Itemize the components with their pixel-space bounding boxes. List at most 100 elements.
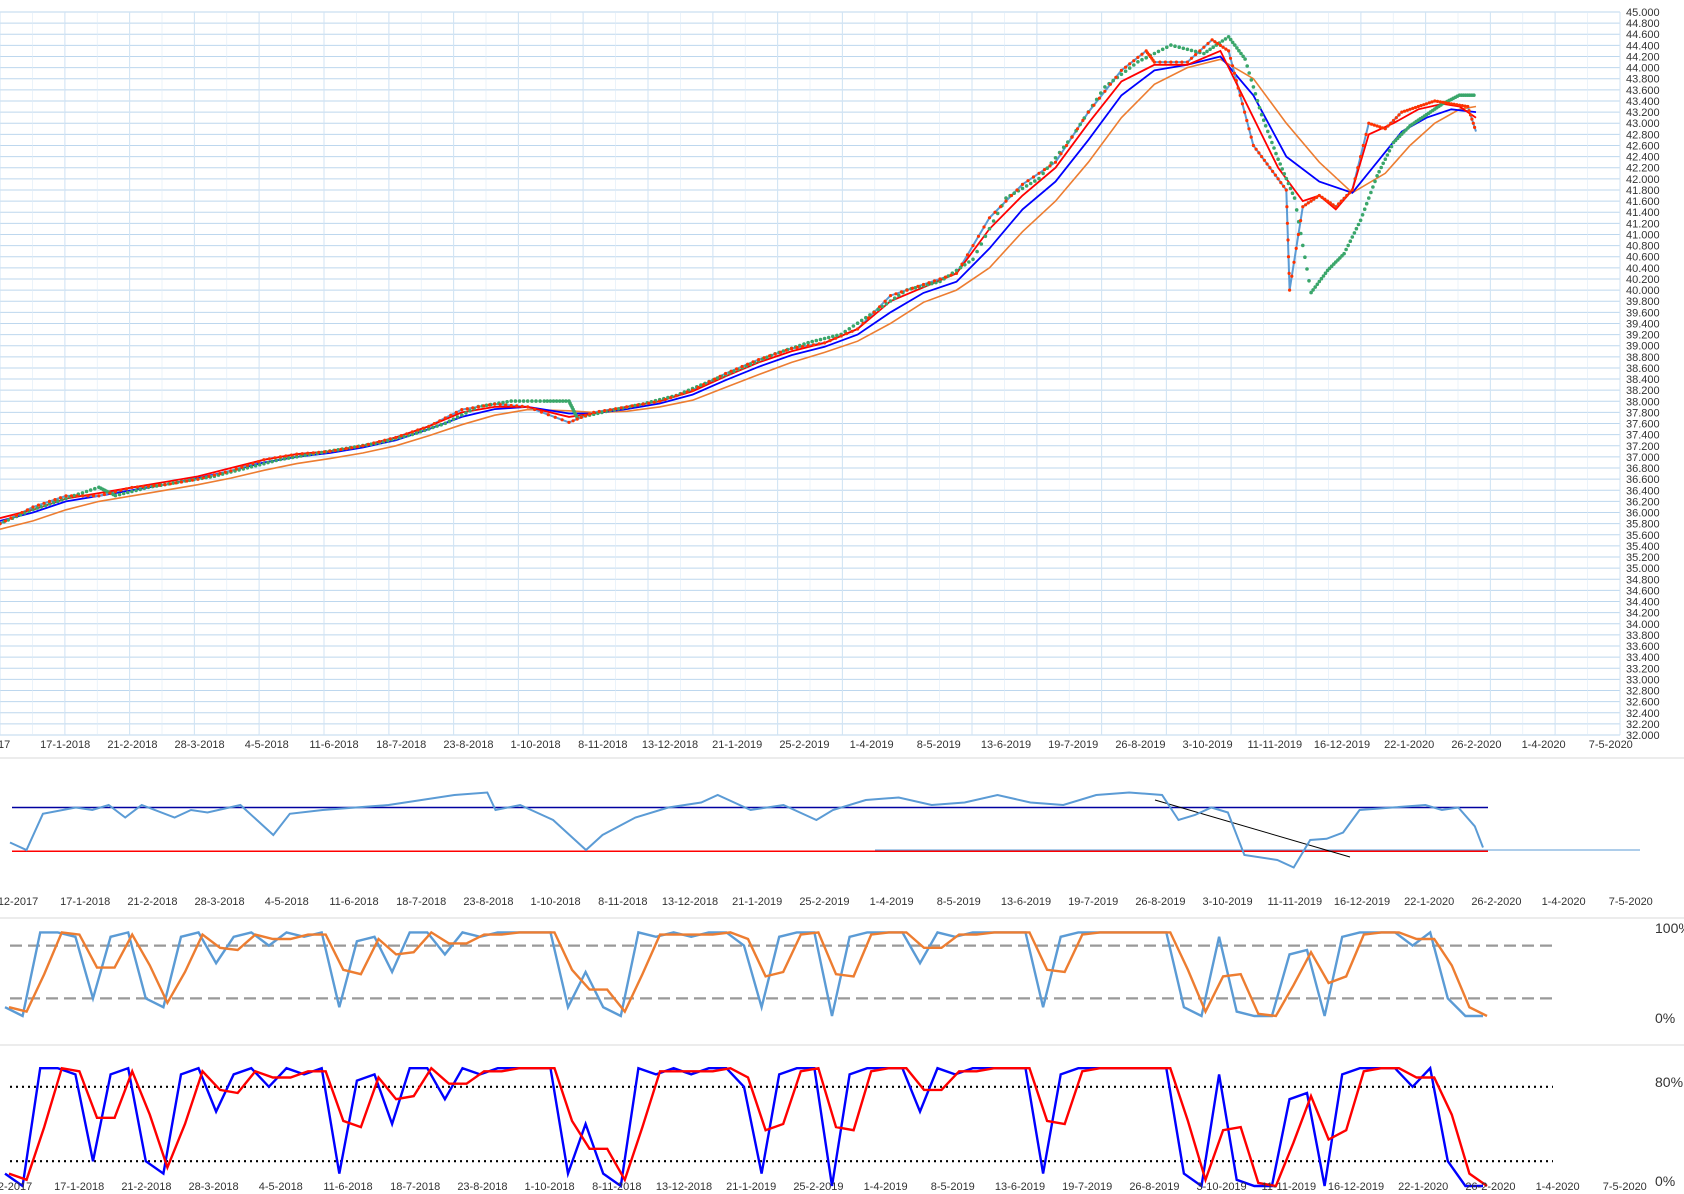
price-marker	[262, 458, 266, 462]
price-marker	[14, 513, 19, 517]
price-marker	[1189, 56, 1194, 60]
price-marker	[526, 405, 530, 409]
sar-dot	[1342, 251, 1346, 256]
sar-dot	[1371, 185, 1375, 189]
price-marker	[1367, 121, 1371, 125]
sar-dot	[1294, 208, 1299, 212]
sar-dot	[1202, 51, 1206, 56]
sar-dot	[1381, 161, 1385, 166]
price-marker	[861, 321, 865, 325]
price-y-tick-label: 35.000	[1626, 563, 1660, 575]
price-marker	[1108, 82, 1112, 86]
sar-dot	[1288, 186, 1293, 191]
price-marker	[1359, 155, 1363, 159]
price-x-tick-label: 1-4-2019	[850, 739, 894, 751]
price-y-tick-label: 37.200	[1626, 441, 1660, 453]
sar-dot	[1037, 176, 1041, 181]
price-marker	[943, 275, 948, 279]
price-marker	[174, 481, 178, 485]
sar-dot	[1140, 57, 1144, 62]
price-y-tick-label: 41.200	[1626, 218, 1660, 230]
price-marker	[317, 450, 321, 454]
sar-dot	[447, 419, 452, 424]
sar-dot	[1472, 93, 1476, 97]
price-marker	[1086, 110, 1090, 114]
price-marker	[64, 494, 68, 498]
price-marker	[1174, 60, 1178, 64]
price-marker	[1446, 101, 1451, 105]
price-marker	[718, 374, 722, 378]
sar-dot	[1272, 146, 1276, 150]
price-marker	[1334, 205, 1338, 209]
sar-dot	[1211, 45, 1215, 49]
price-marker	[394, 435, 398, 440]
price-marker	[240, 465, 244, 469]
price-marker	[1152, 60, 1156, 64]
price-grid	[0, 11, 1621, 736]
sar-dot	[1358, 218, 1363, 223]
price-marker	[921, 282, 926, 287]
sar-dot	[958, 265, 963, 270]
price-marker	[1271, 169, 1275, 173]
price-marker	[636, 403, 640, 407]
sar-dot	[443, 421, 448, 426]
price-marker	[1364, 132, 1368, 136]
price-marker	[190, 478, 194, 482]
price-marker	[80, 494, 85, 498]
price-marker	[1441, 100, 1445, 104]
price-marker	[53, 498, 57, 502]
price-marker	[1326, 199, 1330, 203]
price-marker	[1279, 181, 1283, 185]
price-y-tick-label: 40.600	[1626, 252, 1660, 264]
price-marker	[691, 388, 695, 392]
sar-dot	[1012, 191, 1016, 195]
price-marker	[1230, 64, 1235, 68]
sar-dot	[1385, 153, 1390, 157]
price-marker	[553, 415, 557, 419]
indicator-x-tick-label: 13-12-2018	[662, 896, 718, 908]
price-y-tick-label: 36.000	[1626, 508, 1660, 520]
sar-dot	[1284, 176, 1289, 181]
price-marker	[361, 444, 365, 448]
price-marker	[1383, 127, 1387, 131]
sar-dot	[1024, 184, 1029, 188]
price-y-tick-label: 35.400	[1626, 541, 1660, 553]
price-marker	[1285, 205, 1289, 209]
price-y-tick-label: 38.600	[1626, 363, 1660, 375]
price-y-tick-label: 36.400	[1626, 485, 1660, 497]
sar-dot	[983, 234, 988, 239]
sar-dot	[1099, 91, 1103, 95]
price-marker	[1386, 124, 1390, 128]
sar-dot	[868, 313, 872, 317]
price-marker	[1299, 219, 1303, 223]
price-marker	[344, 447, 348, 451]
sar-dot	[1276, 157, 1280, 161]
price-y-tick-label: 41.000	[1626, 229, 1660, 241]
stoch-x-tick-label: 4-5-2018	[259, 1181, 303, 1193]
price-marker	[47, 499, 52, 503]
price-marker	[1243, 110, 1247, 114]
sar-dot	[435, 424, 439, 428]
price-marker	[157, 483, 161, 487]
sar-dot	[1123, 69, 1128, 73]
sar-dot	[1352, 231, 1357, 235]
price-marker	[135, 485, 139, 489]
indicator-x-tick-label: 18-7-2018	[396, 896, 446, 908]
price-marker	[1240, 102, 1244, 106]
stoch-x-tick-label: 25-2-2019	[793, 1181, 843, 1193]
price-marker	[1114, 75, 1118, 79]
price-x-tick-label: 21-2-2018	[107, 739, 157, 751]
sar-dot	[513, 399, 518, 403]
price-marker	[1140, 52, 1144, 56]
sar-dot	[1245, 64, 1249, 68]
price-x-tick-label: 17-1-2018	[40, 739, 90, 751]
price-marker	[845, 332, 849, 336]
sar-dot	[1305, 267, 1309, 271]
sar-dot	[1290, 191, 1295, 195]
price-marker	[1169, 60, 1173, 64]
stoch-x-tick-label: 11-6-2018	[323, 1181, 372, 1193]
price-marker	[1460, 104, 1464, 108]
price-marker	[1282, 184, 1286, 188]
stoch-x-tick-label: 7-5-2020	[1603, 1181, 1647, 1193]
price-marker	[311, 451, 315, 455]
